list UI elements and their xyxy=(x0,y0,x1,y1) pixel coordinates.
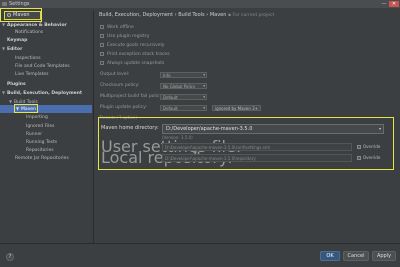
plugin-update-policy-select[interactable]: Default ▾ xyxy=(160,105,207,111)
output-level-select[interactable]: Info ▾ xyxy=(160,72,207,78)
tree-item-label: Plugins xyxy=(7,82,26,87)
chevron-down-icon: ▾ xyxy=(203,84,205,88)
plugin-update-policy-label: Plugin update policy: xyxy=(100,105,147,110)
maven-highlight-box xyxy=(14,104,38,113)
tree-item-label: File and Code Templates xyxy=(15,64,70,69)
chevron-down-icon: ▾ xyxy=(203,73,205,77)
tree-item-label: Remote Jar Repositories xyxy=(15,156,69,161)
checksum-policy-label: Checksum policy: xyxy=(100,83,140,88)
output-level-label: Output level: xyxy=(100,72,130,77)
multiproject-fail-policy-select[interactable]: Default ▾ xyxy=(160,94,207,100)
work-offline-checkbox[interactable]: Work offline xyxy=(100,24,134,31)
tree-item-label: Running Tests xyxy=(26,140,58,145)
app-icon xyxy=(2,2,7,6)
window-titlebar: Settings — ✕ xyxy=(0,0,400,8)
tree-item-build-execution-deployment[interactable]: ▼ Build, Execution, Deployment xyxy=(0,89,92,97)
chevron-down-icon: ▾ xyxy=(378,126,381,131)
tree-item-appearance-behavior[interactable]: ▼ Appearance & Behavior xyxy=(0,21,92,29)
cancel-button[interactable]: Cancel xyxy=(343,251,369,261)
tree-item-running-tests[interactable]: Running Tests xyxy=(0,139,92,147)
tree-item-label: Build, Execution, Deployment xyxy=(7,91,83,96)
tree-item-repositories[interactable]: Repositories xyxy=(0,147,92,155)
use-plugin-registry-checkbox[interactable]: Use plugin registry xyxy=(100,33,149,40)
tree-item-plugins[interactable]: Plugins xyxy=(0,81,92,89)
tree-item-remote-jar-repositories[interactable]: Remote Jar Repositories xyxy=(0,155,92,163)
tree-item-label: Keymap xyxy=(7,38,28,43)
chevron-down-icon: ▾ xyxy=(203,106,205,110)
local-repository-override-checkbox[interactable]: Override xyxy=(357,154,380,161)
tree-item-live-templates[interactable]: Live Templates xyxy=(0,71,92,79)
tree-item-label: Appearance & Behavior xyxy=(7,23,67,28)
always-update-snapshots-checkbox[interactable]: Always update snapshots xyxy=(100,60,164,67)
apply-button[interactable]: Apply xyxy=(372,251,396,261)
ignored-by-maven-badge: ignored by Maven 3+ xyxy=(212,105,262,111)
help-button[interactable]: ? xyxy=(6,253,14,261)
maven-home-label: Maven home directory: xyxy=(101,125,159,131)
chevron-down-icon: ▾ xyxy=(203,95,205,99)
panel-divider xyxy=(93,11,94,243)
search-highlight-box xyxy=(0,8,42,22)
tree-item-label: Ignored Files xyxy=(26,124,55,129)
breadcrumb-path: Build, Execution, Deployment › Build Too… xyxy=(99,12,227,18)
tree-item-importing[interactable]: Importing xyxy=(0,114,92,122)
tree-item-label: Editor xyxy=(7,47,23,52)
breadcrumb-scope-note: ▪ For current project xyxy=(228,13,275,18)
breadcrumb: Build, Execution, Deployment › Build Too… xyxy=(99,12,274,18)
print-exception-stack-traces-checkbox[interactable]: Print exception stack traces xyxy=(100,51,170,58)
user-settings-override-checkbox[interactable]: Override xyxy=(357,143,380,150)
tree-item-file-code-templates[interactable]: File and Code Templates xyxy=(0,63,92,71)
window-title: Settings xyxy=(9,1,30,7)
maven-home-select[interactable]: D:/Developer/apache-maven-3.5.0 ▾ xyxy=(162,124,384,134)
multiproject-fail-policy-label: Multiproject build fail policy: xyxy=(100,94,164,99)
tree-item-notifications[interactable]: Notifications xyxy=(0,29,92,37)
tree-item-label: Notifications xyxy=(15,30,44,35)
ok-button[interactable]: OK xyxy=(320,251,340,261)
close-button[interactable]: ✕ xyxy=(389,1,399,7)
tree-item-editor[interactable]: ▼ Editor xyxy=(0,45,92,53)
tree-item-label: Runner xyxy=(26,132,43,137)
tree-item-inspections[interactable]: Inspections xyxy=(0,55,92,63)
execute-goals-recursively-checkbox[interactable]: Execute goals recursively xyxy=(100,42,164,49)
tree-item-runner[interactable]: Runner xyxy=(0,131,92,139)
tree-item-label: Live Templates xyxy=(15,72,49,77)
tree-item-label: Importing xyxy=(26,115,48,120)
tree-item-label: Repositories xyxy=(26,148,54,153)
tree-item-label: Inspections xyxy=(15,56,41,61)
checksum-policy-select[interactable]: No Global Policy ▾ xyxy=(160,83,207,89)
minimize-button[interactable]: — xyxy=(380,1,388,7)
tree-item-ignored-files[interactable]: Ignored Files xyxy=(0,123,92,131)
dialog-footer: ? OK Cancel Apply xyxy=(0,243,400,267)
local-repository-field[interactable]: D:\Developer\apache-maven-3.5.0\reposito… xyxy=(162,154,352,162)
tree-item-keymap[interactable]: Keymap xyxy=(0,37,92,45)
settings-tree: ▼ Appearance & Behavior Notifications Key… xyxy=(0,21,92,243)
